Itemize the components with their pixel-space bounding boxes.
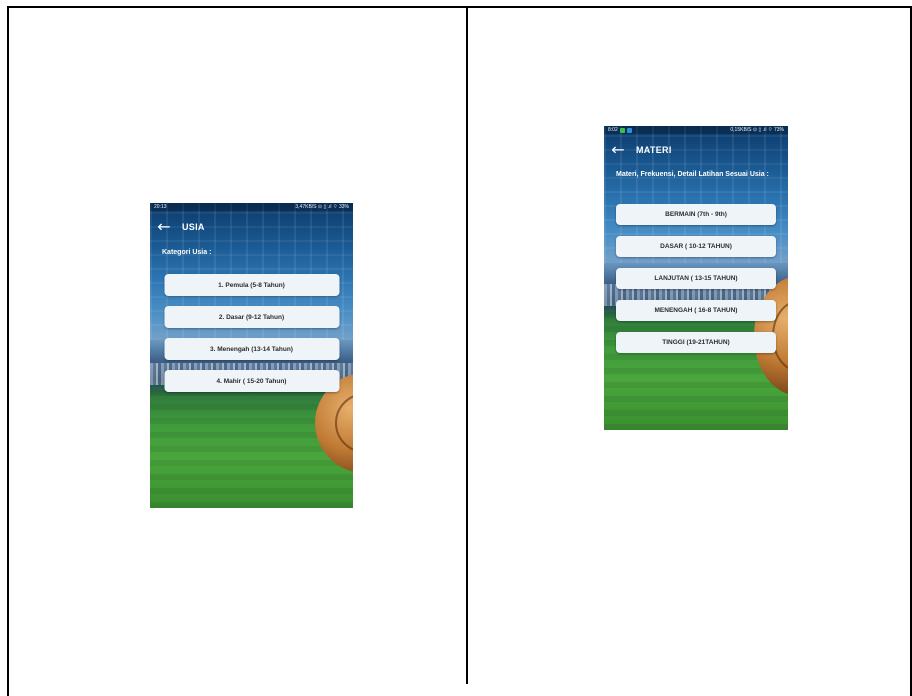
status-time: 8:02: [608, 127, 618, 133]
status-bar: 8:02 0,15KB/S ⊙ ▯ .ıl ⌔ 73%: [604, 126, 788, 134]
arrow-left-icon[interactable]: ←: [154, 219, 174, 235]
status-left: 8:02: [608, 126, 632, 134]
section-label: Materi, Frekuensi, Detail Latihan Sesuai…: [616, 171, 769, 178]
arrow-left-icon[interactable]: ←: [608, 142, 628, 158]
status-indicators: 3,47KB/S ⊙ ▯ .ıl ⌔ 33%: [295, 204, 349, 210]
page-title: MATERI: [636, 145, 672, 155]
table-divider: [466, 6, 468, 684]
materi-button-menengah[interactable]: MENENGAH ( 16-8 TAHUN): [616, 300, 776, 321]
app-bar: ← USIA: [150, 217, 353, 237]
page-title: USIA: [182, 222, 205, 232]
age-button-pemula[interactable]: 1. Pemula (5-8 Tahun): [164, 274, 339, 296]
phone-screen-materi: 8:02 0,15KB/S ⊙ ▯ .ıl ⌔ 73% ← MATERI Mat…: [604, 126, 788, 430]
status-indicators: 0,15KB/S ⊙ ▯ .ıl ⌔ 73%: [730, 127, 784, 133]
materi-button-bermain[interactable]: BERMAIN (7th - 9th): [616, 204, 776, 225]
phone-screen-usia: 20:13 3,47KB/S ⊙ ▯ .ıl ⌔ 33% ← USIA Kate…: [150, 203, 353, 508]
materi-button-tinggi[interactable]: TINGGI (19-21TAHUN): [616, 332, 776, 353]
section-label: Kategori Usia :: [162, 249, 212, 256]
age-button-menengah[interactable]: 3. Menengah (13-14 Tahun): [164, 338, 339, 360]
status-bar: 20:13 3,47KB/S ⊙ ▯ .ıl ⌔ 33%: [150, 203, 353, 211]
app-bar: ← MATERI: [604, 140, 788, 160]
notification-icon: [626, 127, 632, 133]
age-button-dasar[interactable]: 2. Dasar (9-12 Tahun): [164, 306, 339, 328]
materi-button-dasar[interactable]: DASAR ( 10-12 TAHUN): [616, 236, 776, 257]
notification-icon: [619, 127, 625, 133]
materi-button-lanjutan[interactable]: LANJUTAN ( 13-15 TAHUN): [616, 268, 776, 289]
age-button-mahir[interactable]: 4. Mahir ( 15-20 Tahun): [164, 370, 339, 392]
status-time: 20:13: [154, 204, 167, 210]
